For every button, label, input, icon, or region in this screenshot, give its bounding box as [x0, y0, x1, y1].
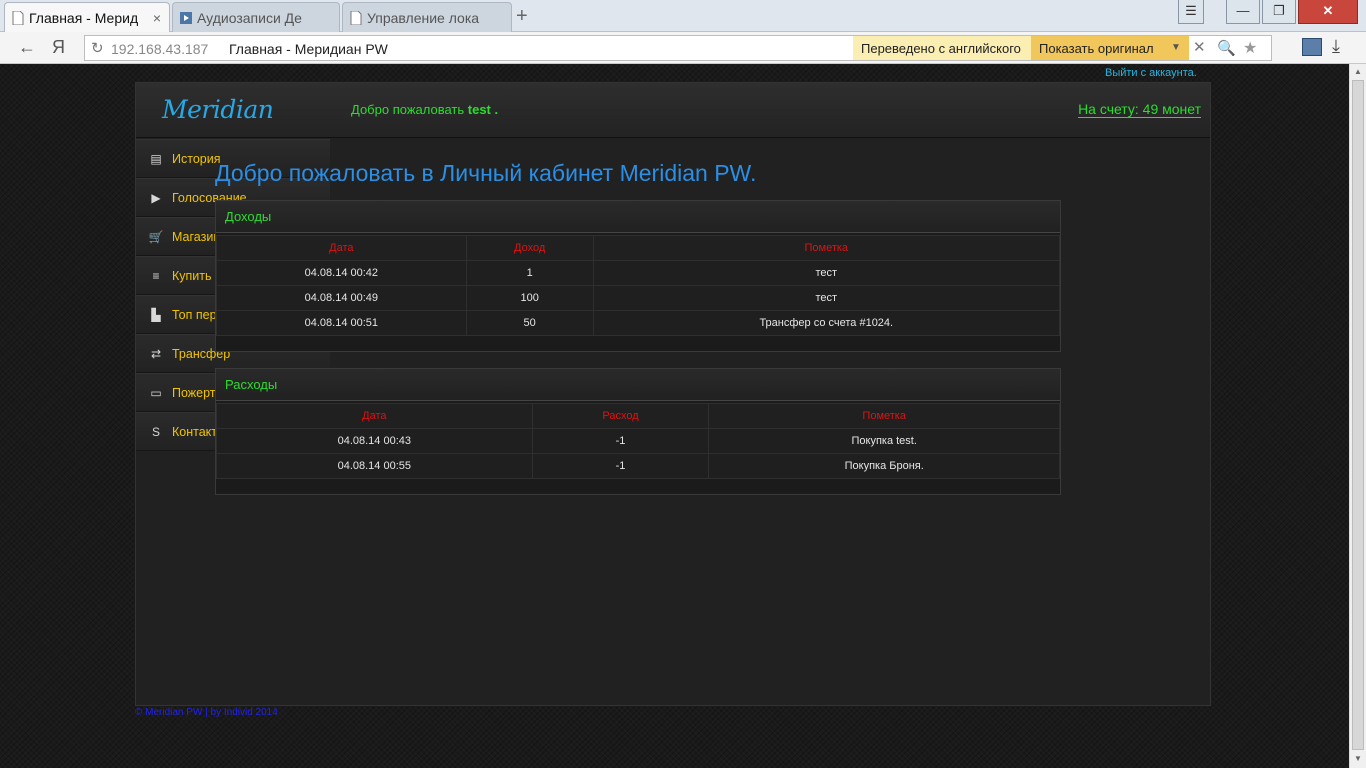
scroll-up-icon[interactable]: ▲: [1354, 67, 1362, 76]
cell-amount: 50: [465, 310, 594, 336]
table-row: 04.08.14 00:49 100 тест: [216, 285, 1061, 311]
expense-table: Дата Расход Пометка 04.08.14 00:43 -1 По…: [216, 403, 1060, 479]
maximize-button[interactable]: ❐: [1262, 0, 1296, 24]
income-panel-title: Доходы: [216, 201, 1060, 233]
site-footer: © Meridian PW | by Individ 2014: [135, 707, 278, 718]
address-title: Главная - Меридиан PW: [229, 41, 388, 57]
sidebar-item-label: История: [172, 152, 221, 166]
tab-title: Главная - Мерид: [29, 10, 139, 26]
panel-footer: [216, 336, 1060, 351]
cell-amount: 100: [465, 285, 594, 311]
column-header-expense: Расход: [531, 403, 710, 429]
page-viewport: Выйти с аккаунта. Meridian Добро пожалов…: [0, 64, 1366, 768]
vk-audio-icon: [180, 11, 192, 25]
cell-note: тест: [592, 285, 1061, 311]
scroll-down-icon[interactable]: ▼: [1354, 754, 1362, 763]
download-icon[interactable]: ⤓: [1332, 36, 1340, 57]
bookmark-star-icon[interactable]: ★: [1243, 38, 1257, 58]
cell-note: Покупка Броня.: [708, 453, 1060, 479]
browser-menu-button[interactable]: ☰: [1178, 0, 1204, 24]
cell-date: 04.08.14 00:51: [216, 310, 467, 336]
cell-amount: -1: [531, 453, 710, 479]
translate-close-icon[interactable]: ✕: [1193, 38, 1206, 56]
panel-footer: [216, 479, 1060, 494]
show-original-button[interactable]: Показать оригинал: [1031, 36, 1163, 60]
cell-amount: 1: [465, 260, 594, 286]
tab-management[interactable]: Управление лока: [342, 2, 512, 32]
column-header-date: Дата: [216, 403, 533, 429]
tab-audio[interactable]: Аудиозаписи Де: [172, 2, 340, 32]
cell-note: тест: [592, 260, 1061, 286]
minimize-button[interactable]: —: [1226, 0, 1260, 24]
cell-amount: -1: [531, 428, 710, 454]
expense-panel: Расходы Дата Расход Пометка 04.08.14 00:…: [215, 368, 1061, 495]
tab-main[interactable]: Главная - Мерид ×: [4, 2, 170, 33]
close-window-button[interactable]: ✕: [1298, 0, 1358, 24]
main-content: Добро пожаловать в Личный кабинет Meridi…: [215, 160, 1061, 511]
skype-icon: S: [151, 425, 160, 439]
arrow-right-icon: ▶: [151, 191, 161, 205]
balance-link[interactable]: На счету: 49 монет: [1078, 101, 1201, 118]
shuffle-icon: ⇄: [150, 347, 162, 361]
reload-icon[interactable]: ↻: [91, 39, 104, 57]
table-row: 04.08.14 00:43 -1 Покупка test.: [216, 428, 1060, 454]
coins-icon: ≡: [152, 269, 160, 283]
history-icon: ▤: [150, 152, 162, 166]
column-header-note: Пометка: [708, 403, 1060, 429]
tab-title: Управление лока: [367, 10, 480, 26]
column-header-income: Доход: [465, 235, 594, 261]
table-row: 04.08.14 00:55 -1 Покупка Броня.: [216, 453, 1060, 479]
table-header-row: Дата Доход Пометка: [216, 235, 1061, 261]
cart-icon: 🛒: [148, 230, 164, 244]
new-tab-button[interactable]: +: [516, 5, 528, 28]
page-scrollbar[interactable]: ▲ ▼: [1349, 64, 1366, 768]
close-icon[interactable]: ×: [153, 10, 161, 26]
podium-icon: ▙: [151, 308, 161, 322]
column-header-note: Пометка: [592, 235, 1061, 261]
income-table: Дата Доход Пометка 04.08.14 00:42 1 тест…: [216, 235, 1061, 336]
extension-icon[interactable]: [1302, 38, 1322, 56]
welcome-text: Добро пожаловать test .: [351, 102, 498, 117]
page-icon: [350, 10, 362, 26]
table-row: 04.08.14 00:42 1 тест: [216, 260, 1061, 286]
translate-note: Переведено с английского: [853, 36, 1031, 60]
yandex-button[interactable]: Я: [52, 37, 65, 58]
scroll-thumb[interactable]: [1352, 80, 1364, 750]
sidebar-item-label: Магазин: [172, 230, 221, 244]
translate-bar: Переведено с английского Показать оригин…: [853, 36, 1273, 60]
cell-date: 04.08.14 00:42: [216, 260, 467, 286]
income-panel: Доходы Дата Доход Пометка 04.08.14 00:42…: [215, 200, 1061, 352]
table-row: 04.08.14 00:51 50 Трансфер со счета #102…: [216, 310, 1061, 336]
welcome-prefix: Добро пожаловать: [351, 102, 468, 117]
cell-date: 04.08.14 00:49: [216, 285, 467, 311]
cell-note: Трансфер со счета #1024.: [592, 310, 1061, 336]
search-icon[interactable]: 🔍: [1217, 39, 1236, 57]
address-bar[interactable]: ↻ 192.168.43.187 Главная - Меридиан PW П…: [84, 35, 1272, 61]
username: test .: [467, 102, 499, 117]
site-header: Meridian Добро пожаловать test . На счет…: [136, 83, 1210, 138]
cell-date: 04.08.14 00:43: [216, 428, 533, 454]
browser-tab-bar: Главная - Мерид × Аудиозаписи Де Управле…: [0, 0, 1366, 33]
back-button[interactable]: ←: [18, 37, 36, 58]
tab-title: Аудиозаписи Де: [197, 10, 302, 26]
address-host: 192.168.43.187: [111, 41, 209, 57]
chevron-down-icon[interactable]: ▼: [1163, 36, 1189, 60]
page-icon: [12, 10, 24, 26]
expense-panel-title: Расходы: [216, 369, 1060, 401]
site-logo[interactable]: Meridian: [162, 95, 274, 124]
column-header-date: Дата: [216, 235, 467, 261]
logout-link[interactable]: Выйти с аккаунта.: [1105, 67, 1197, 79]
page-title: Добро пожаловать в Личный кабинет Meridi…: [215, 160, 757, 186]
money-icon: ▭: [150, 386, 162, 400]
table-header-row: Дата Расход Пометка: [216, 403, 1060, 429]
cell-date: 04.08.14 00:55: [216, 453, 533, 479]
cell-note: Покупка test.: [708, 428, 1060, 454]
browser-toolbar: ← Я ↻ 192.168.43.187 Главная - Меридиан …: [0, 32, 1366, 64]
